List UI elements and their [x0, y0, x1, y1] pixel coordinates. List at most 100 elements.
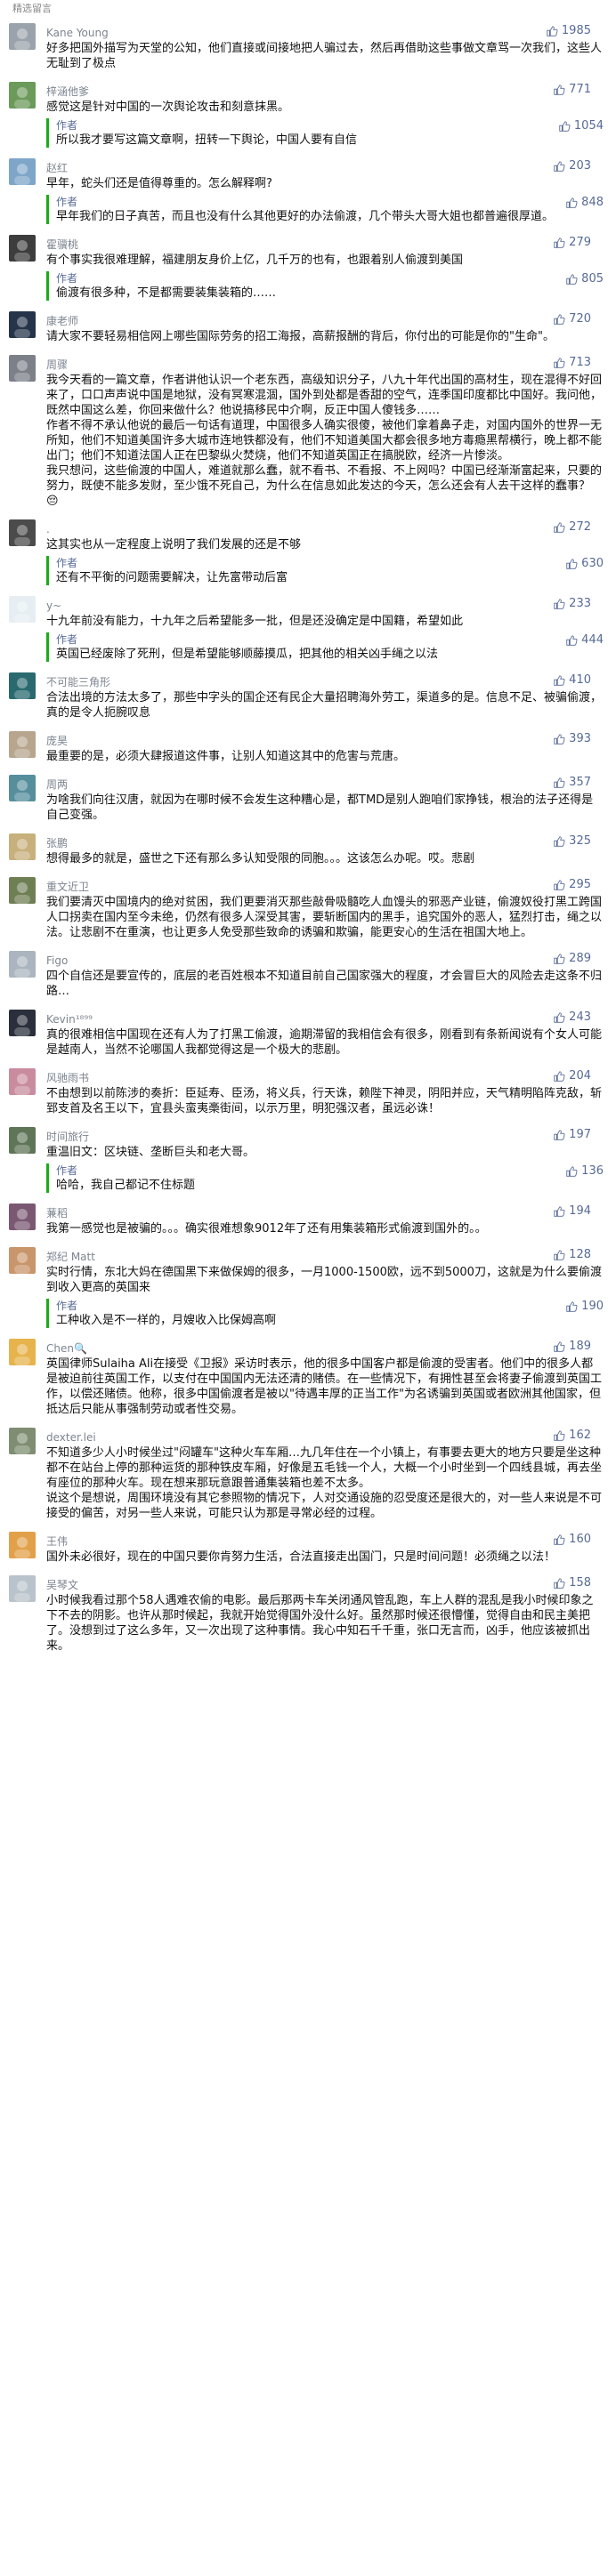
like-button[interactable]: 197 [553, 1127, 591, 1143]
avatar[interactable] [9, 1127, 36, 1154]
like-button[interactable]: 233 [553, 596, 591, 612]
like-button[interactable]: 713 [553, 355, 591, 371]
reply-text: 哈哈，我自己都记不住标题 [56, 1179, 196, 1192]
like-thumb-icon [554, 522, 565, 533]
like-button[interactable]: 204 [553, 1068, 591, 1084]
like-button[interactable]: 203 [553, 158, 591, 174]
avatar[interactable] [9, 877, 36, 904]
commenter-name: 赵红 [46, 162, 69, 174]
like-thumb-icon [566, 274, 578, 285]
reply-like-count: 444 [581, 633, 604, 647]
commenter-name: y~ [46, 600, 62, 612]
like-button[interactable]: 771 [553, 82, 591, 98]
author-reply: 作者 805 偷渡有很多种，不是都需要装集装箱的…… [46, 271, 604, 301]
avatar[interactable] [9, 1532, 36, 1558]
like-button[interactable]: 189 [553, 1339, 591, 1355]
like-thumb-icon [554, 777, 565, 788]
avatar[interactable] [9, 1428, 36, 1454]
comment-text: 请大家不要轻易相信网上哪些国际劳务的招工海报，高薪报酬的背后，你付出的可能是你的… [46, 330, 555, 343]
like-button[interactable]: 410 [553, 672, 591, 688]
like-button[interactable]: 289 [553, 951, 591, 967]
comment-item: 庞昊 393 最重要的是，必须大肆报道这件事，让别人知道这其中的危害与荒唐。 [0, 726, 616, 769]
avatar[interactable] [9, 235, 36, 262]
comment-text: 合法出境的方法太多了，那些中字头的国企还有民企大量招聘海外劳工，渠道多的是。信息… [46, 691, 603, 720]
like-button[interactable]: 393 [553, 731, 591, 747]
avatar[interactable] [9, 1247, 36, 1274]
commenter-name: dexter.lei [46, 1431, 96, 1444]
author-reply: 作者 630 还有不平衡的问题需要解决，让先富带动后富 [46, 556, 604, 585]
comment-item: 时间旅行 197 重温旧文：区块链、垄断巨头和老大哥。 作者 136 哈哈，我自… [0, 1122, 616, 1198]
like-thumb-icon [554, 836, 565, 847]
like-button[interactable]: 357 [553, 775, 591, 791]
avatar[interactable] [9, 672, 36, 699]
like-button[interactable]: 720 [553, 311, 591, 327]
like-button[interactable]: 158 [553, 1575, 591, 1591]
like-thumb-icon [566, 559, 578, 569]
avatar[interactable] [9, 1068, 36, 1095]
commenter-name: 蒹稻 [46, 1207, 69, 1220]
comment-text: 有个事实我很难理解，福建朋友身价上亿，几千万的也有，也跟着别人偷渡到美国 [46, 254, 464, 267]
avatar[interactable] [9, 82, 36, 109]
comment-item: y~ 233 十九年前没有能力，十九年之后希望能多一批，但是还没确定是中国籍，希… [0, 591, 616, 667]
like-button[interactable]: 243 [553, 1010, 591, 1026]
like-button[interactable]: 160 [553, 1532, 591, 1548]
reply-text: 偷渡有很多种，不是都需要装集装箱的…… [56, 286, 277, 300]
reply-like-button[interactable]: 848 [565, 195, 604, 211]
avatar[interactable] [9, 23, 36, 50]
avatar[interactable] [9, 519, 36, 546]
comment-text: 这其实也从一定程度上说明了我们发展的还是不够 [46, 538, 302, 551]
reply-text: 早年我们的日子真苦，而且也没有什么其他更好的办法偷渡，几个带头大哥大姐也都普遍很… [56, 210, 555, 223]
reply-like-button[interactable]: 136 [565, 1163, 604, 1179]
avatar[interactable] [9, 596, 36, 623]
reply-like-button[interactable]: 190 [565, 1299, 604, 1315]
like-thumb-icon [566, 1166, 578, 1177]
reply-like-button[interactable]: 444 [565, 632, 604, 648]
like-thumb-icon [566, 1301, 578, 1312]
commenter-name: 霍骥桃 [46, 238, 79, 251]
avatar[interactable] [9, 951, 36, 978]
like-button[interactable]: 128 [553, 1247, 591, 1263]
comment-text: 四个自信还是要宣传的，底层的老百姓根本不知道目前自己国家强大的程度，才会冒巨大的… [46, 970, 603, 998]
commenter-name: Kane Young [46, 27, 109, 39]
comment-text: 最重要的是，必须大肆报道这件事，让别人知道这其中的危害与荒唐。 [46, 750, 406, 763]
avatar[interactable] [9, 1203, 36, 1230]
reply-like-button[interactable]: 630 [565, 556, 604, 572]
avatar[interactable] [9, 311, 36, 338]
reply-like-button[interactable]: 805 [565, 271, 604, 287]
like-button[interactable]: 325 [553, 833, 591, 849]
avatar[interactable] [9, 731, 36, 758]
like-button[interactable]: 1985 [546, 23, 591, 39]
author-label: 作者 [56, 196, 78, 208]
reply-like-button[interactable]: 1054 [558, 118, 604, 134]
avatar[interactable] [9, 1339, 36, 1365]
avatar[interactable] [9, 775, 36, 801]
comment-item: dexter.lei 162 不知道多少人小时候坐过"闷罐车"这种火车车厢…九几… [0, 1422, 616, 1526]
comment-item: 吴琴文 158 小时候我看过那个58人遇难农偷的电影。最后那两卡车关闭通风管乱跑… [0, 1570, 616, 1659]
comment-text: 不知道多少人小时候坐过"闷罐车"这种火车车厢…九几年住在一个小镇上，有事要去更大… [46, 1446, 603, 1520]
avatar[interactable] [9, 158, 36, 185]
comment-item: 霍骥桃 279 有个事实我很难理解，福建朋友身价上亿，几千万的也有，也跟着别人偷… [0, 229, 616, 306]
avatar[interactable] [9, 833, 36, 860]
author-reply: 作者 848 早年我们的日子真苦，而且也没有什么其他更好的办法偷渡，几个带头大哥… [46, 195, 604, 224]
commenter-name: 庞昊 [46, 735, 69, 747]
comment-item: 不可能三角形 410 合法出境的方法太多了，那些中字头的国企还有民企大量招聘海外… [0, 667, 616, 726]
avatar[interactable] [9, 1575, 36, 1602]
commenter-name: 周两 [46, 778, 69, 791]
avatar[interactable] [9, 1010, 36, 1036]
avatar[interactable] [9, 355, 36, 382]
like-thumb-icon [554, 1341, 565, 1352]
like-count: 771 [569, 83, 591, 96]
like-button[interactable]: 295 [553, 877, 591, 893]
like-count: 272 [569, 520, 591, 534]
like-button[interactable]: 162 [553, 1428, 591, 1444]
like-button[interactable]: 279 [553, 235, 591, 251]
reply-like-count: 190 [581, 1300, 604, 1313]
like-count: 713 [569, 356, 591, 369]
comment-item: 赵红 203 早年，蛇头们还是值得尊重的。怎么解释啊? 作者 848 早年我们的… [0, 153, 616, 229]
comment-item: . 272 这其实也从一定程度上说明了我们发展的还是不够 作者 630 还有不平… [0, 514, 616, 591]
like-count: 243 [569, 1010, 591, 1024]
like-button[interactable]: 194 [553, 1203, 591, 1220]
commenter-name: 张鹏 [46, 837, 69, 849]
like-button[interactable]: 272 [553, 519, 591, 535]
like-thumb-icon [554, 1012, 565, 1023]
